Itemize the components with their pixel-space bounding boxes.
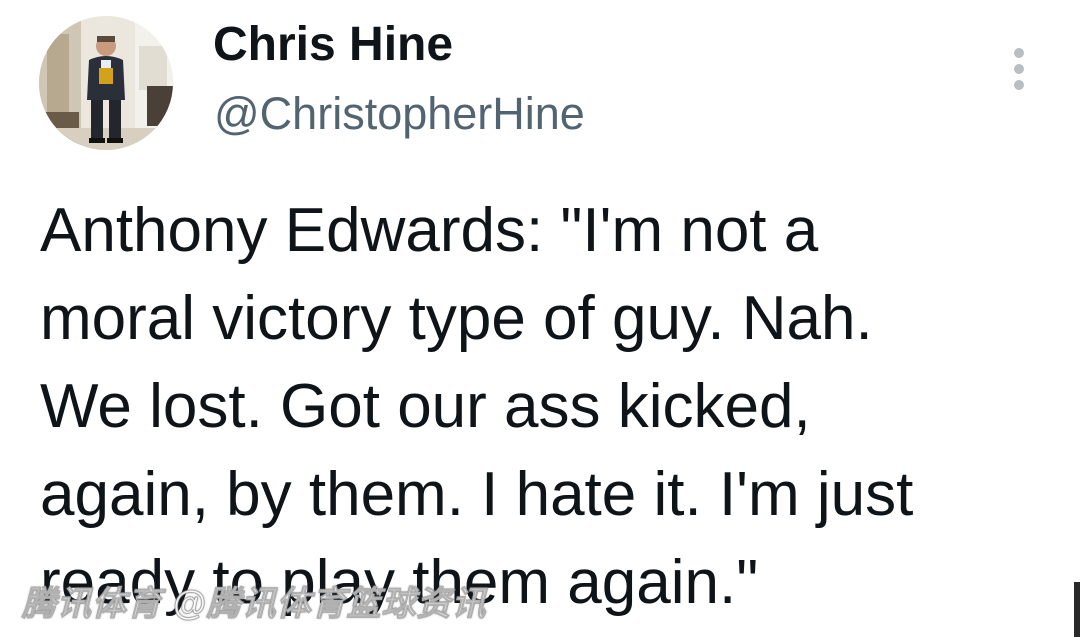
tweet-text: Anthony Edwards: "I'm not a moral victor…	[40, 187, 1060, 627]
author-display-name[interactable]: Chris Hine	[213, 16, 453, 74]
tweet-card: Chris Hine @ChristopherHine Anthony Edwa…	[0, 0, 1080, 637]
more-vertical-icon-dot	[1014, 80, 1024, 90]
avatar-photo	[39, 16, 173, 150]
tweet-text-line: again, by them. I hate it. I'm just	[40, 460, 914, 529]
tweet-text-line: Anthony Edwards: "I'm not a	[40, 196, 819, 265]
tweet-text-line: We lost. Got our ass kicked,	[40, 372, 811, 441]
avatar[interactable]	[39, 16, 173, 150]
more-options-button[interactable]	[1000, 44, 1038, 94]
watermark: 腾讯体育 @腾讯体育篮球资讯	[22, 585, 487, 624]
tweet-text-line: moral victory type of guy. Nah.	[40, 284, 873, 353]
more-vertical-icon	[1014, 48, 1024, 58]
more-vertical-icon-dot	[1014, 64, 1024, 74]
author-handle[interactable]: @ChristopherHine	[214, 86, 585, 142]
edge-strip	[1074, 582, 1080, 637]
